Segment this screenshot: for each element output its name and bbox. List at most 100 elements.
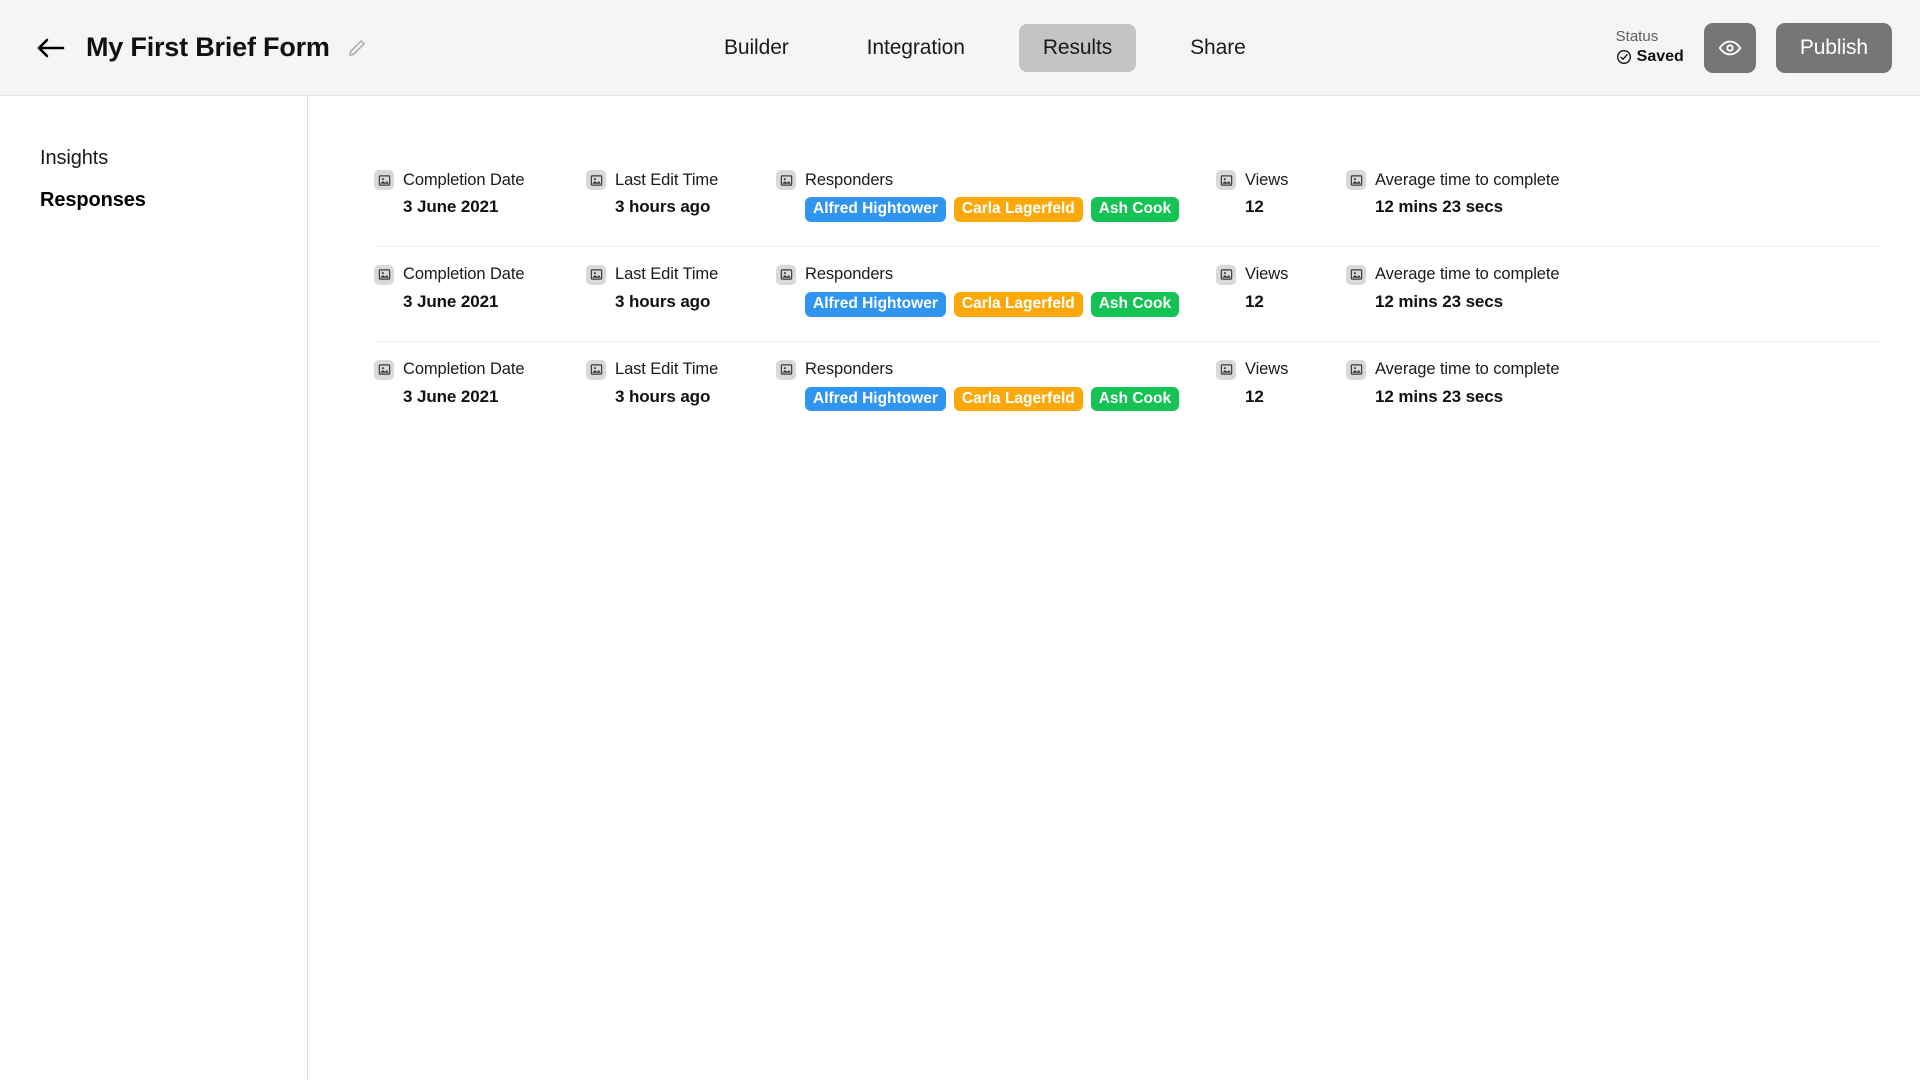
cell-header: Last Edit Time [586, 170, 776, 190]
responder-tag[interactable]: Alfred Hightower [805, 197, 946, 222]
status-value-row: Saved [1616, 47, 1684, 67]
image-field-icon [776, 264, 796, 285]
sidebar-item-responses[interactable]: Responses [0, 190, 307, 210]
cell-header: Completion Date [374, 359, 586, 380]
image-field-icon [586, 359, 606, 380]
cell-header: Responders [776, 264, 1216, 285]
average-time-value: 12 mins 23 secs [1375, 197, 1503, 216]
cell-views: Views 12 [1216, 170, 1346, 217]
average-time-value: 12 mins 23 secs [1375, 291, 1503, 311]
row-cells: Completion Date 3 June 2021 Last Edit Ti… [374, 359, 1882, 412]
column-label: Completion Date [403, 360, 525, 379]
column-label: Views [1245, 170, 1289, 189]
responder-tag[interactable]: Ash Cook [1090, 291, 1180, 317]
column-label: Average time to complete [1375, 265, 1560, 284]
image-field-icon [374, 170, 394, 190]
cell-header: Last Edit Time [586, 359, 776, 380]
cell-header: Average time to complete [1346, 264, 1646, 285]
responder-tag[interactable]: Ash Cook [1090, 386, 1180, 412]
responder-tag[interactable]: Carla Lagerfeld [953, 197, 1083, 222]
cell-completion-date: Completion Date 3 June 2021 [374, 359, 586, 407]
cell-average-time: Average time to complete 12 mins 23 secs [1346, 359, 1646, 407]
responses-list: Completion Date 3 June 2021 Last Edit Ti… [308, 152, 1920, 435]
tab-integration[interactable]: Integration [843, 24, 989, 72]
last-edit-time-value: 3 hours ago [615, 291, 711, 311]
tab-builder[interactable]: Builder [700, 24, 813, 72]
row-cells: Completion Date 3 June 2021 Last Edit Ti… [374, 264, 1882, 317]
responder-tags: Alfred Hightower Carla Lagerfeld Ash Coo… [776, 197, 1216, 222]
column-label: Responders [805, 360, 893, 379]
image-field-icon [1216, 170, 1236, 190]
preview-button[interactable] [1703, 22, 1756, 73]
body-wrapper: Insights Responses Completion Date 3 Jun… [0, 96, 1920, 1080]
table-row[interactable]: Completion Date 3 June 2021 Last Edit Ti… [374, 152, 1882, 246]
column-label: Views [1245, 360, 1289, 379]
last-edit-time-value: 3 hours ago [615, 386, 711, 406]
completion-date-value: 3 June 2021 [403, 386, 499, 406]
cell-last-edit-time: Last Edit Time 3 hours ago [586, 170, 776, 217]
responder-tag[interactable]: Ash Cook [1090, 197, 1180, 222]
back-arrow-icon[interactable] [34, 31, 68, 65]
pencil-icon[interactable] [346, 37, 368, 59]
responder-tag[interactable]: Carla Lagerfeld [953, 291, 1083, 317]
cell-last-edit-time: Last Edit Time 3 hours ago [586, 264, 776, 312]
status-badge: Status Saved [1616, 28, 1684, 67]
column-label: Last Edit Time [615, 360, 719, 379]
completion-date-value: 3 June 2021 [403, 197, 499, 216]
image-field-icon [374, 264, 394, 285]
table-row[interactable]: Completion Date 3 June 2021 Last Edit Ti… [374, 340, 1882, 436]
views-value: 12 [1245, 197, 1264, 216]
cell-responders: Responders Alfred Hightower Carla Lagerf… [776, 264, 1216, 317]
main-content: Completion Date 3 June 2021 Last Edit Ti… [308, 96, 1920, 1080]
row-cells: Completion Date 3 June 2021 Last Edit Ti… [374, 170, 1882, 222]
check-circle-icon [1616, 49, 1632, 65]
cell-average-time: Average time to complete 12 mins 23 secs [1346, 170, 1646, 217]
cell-header: Views [1216, 170, 1346, 190]
status-label: Status [1615, 28, 1659, 46]
tab-results[interactable]: Results [1018, 23, 1137, 72]
cell-header: Views [1216, 264, 1346, 285]
eye-icon [1718, 36, 1742, 60]
sidebar-item-insights[interactable]: Insights [0, 148, 307, 168]
responder-tag[interactable]: Alfred Hightower [805, 291, 946, 317]
page-title: My First Brief Form [86, 32, 330, 62]
image-field-icon [1216, 359, 1236, 380]
cell-header: Last Edit Time [586, 264, 776, 285]
image-field-icon [1346, 170, 1366, 190]
column-label: Views [1245, 265, 1289, 284]
cell-header: Responders [776, 359, 1216, 380]
sidebar: Insights Responses [0, 96, 308, 1080]
tab-share[interactable]: Share [1166, 24, 1270, 72]
responder-tag[interactable]: Alfred Hightower [805, 386, 946, 412]
views-value: 12 [1245, 291, 1264, 311]
cell-header: Average time to complete [1346, 359, 1646, 380]
responder-tags: Alfred Hightower Carla Lagerfeld Ash Coo… [776, 291, 1216, 317]
app-header: My First Brief Form Builder Integration … [0, 0, 1920, 96]
cell-header: Responders [776, 170, 1216, 190]
responder-tags: Alfred Hightower Carla Lagerfeld Ash Coo… [776, 386, 1216, 412]
cell-last-edit-time: Last Edit Time 3 hours ago [586, 359, 776, 407]
column-label: Completion Date [403, 265, 525, 284]
cell-views: Views 12 [1216, 264, 1346, 312]
main-tabs: Builder Integration Results Share [700, 23, 1270, 72]
column-label: Responders [805, 170, 893, 189]
cell-completion-date: Completion Date 3 June 2021 [374, 264, 586, 312]
cell-views: Views 12 [1216, 359, 1346, 407]
completion-date-value: 3 June 2021 [403, 291, 499, 311]
column-label: Last Edit Time [615, 265, 719, 284]
image-field-icon [776, 359, 796, 380]
responder-tag[interactable]: Carla Lagerfeld [953, 386, 1083, 412]
cell-header: Views [1216, 359, 1346, 380]
cell-header: Completion Date [374, 170, 586, 190]
header-right-group: Status Saved Publish [1616, 22, 1892, 73]
table-row[interactable]: Completion Date 3 June 2021 Last Edit Ti… [374, 245, 1882, 341]
cell-responders: Responders Alfred Hightower Carla Lagerf… [776, 170, 1216, 222]
image-field-icon [374, 359, 394, 380]
average-time-value: 12 mins 23 secs [1375, 386, 1503, 406]
cell-header: Completion Date [374, 264, 586, 285]
cell-average-time: Average time to complete 12 mins 23 secs [1346, 264, 1646, 312]
last-edit-time-value: 3 hours ago [615, 197, 711, 216]
column-label: Average time to complete [1375, 170, 1560, 189]
column-label: Completion Date [403, 170, 525, 189]
publish-button[interactable]: Publish [1775, 22, 1892, 73]
